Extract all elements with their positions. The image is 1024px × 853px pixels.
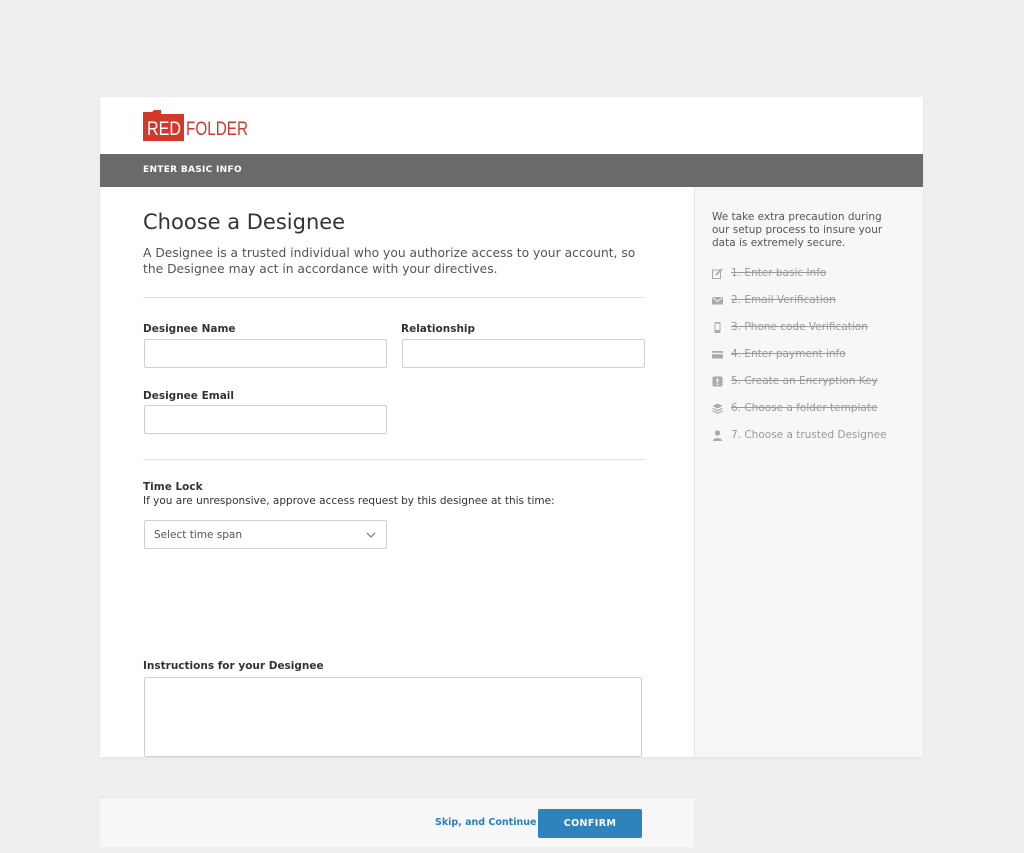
- designee-email-input[interactable]: [144, 405, 387, 434]
- page-title: Choose a Designee: [143, 210, 346, 234]
- form-footer: Skip, and Continue CONFIRM: [100, 797, 694, 847]
- designee-email-label: Designee Email: [143, 390, 234, 402]
- setup-step-label: 3. Phone code Verification: [731, 321, 868, 333]
- section-bar-label: ENTER BASIC INFO: [143, 165, 242, 175]
- setup-step-label: 4. Enter payment info: [731, 348, 846, 360]
- svg-text:RED: RED: [147, 119, 181, 140]
- setup-step: 7. Choose a trusted Designee: [712, 429, 887, 456]
- designee-name-input[interactable]: [144, 339, 387, 368]
- setup-step-label: 7. Choose a trusted Designee: [731, 429, 887, 441]
- setup-step: 2. Email Verification: [712, 294, 887, 321]
- user-icon: [713, 430, 722, 441]
- designee-name-label: Designee Name: [143, 323, 236, 335]
- phone-icon: [714, 322, 721, 333]
- setup-card: RED FOLDER ENTER BASIC INFO Choose a Des…: [100, 97, 923, 847]
- setup-step: 1. Enter basic Info: [712, 267, 887, 294]
- relationship-input[interactable]: [402, 339, 645, 368]
- setup-step-label: 5. Create an Encryption Key: [731, 375, 878, 387]
- security-note: We take extra precaution during our setu…: [712, 211, 883, 249]
- chevron-down-icon: [366, 532, 376, 538]
- confirm-button[interactable]: CONFIRM: [538, 809, 642, 838]
- setup-step-label: 2. Email Verification: [731, 294, 836, 306]
- edit-icon: [712, 268, 723, 279]
- section-bar: ENTER BASIC INFO: [100, 154, 923, 187]
- designee-form: Choose a Designee A Designee is a truste…: [100, 187, 694, 847]
- page-description: A Designee is a trusted individual who y…: [143, 246, 636, 276]
- setup-step: 6. Choose a folder template: [712, 402, 887, 429]
- layers-icon: [712, 403, 723, 414]
- relationship-label: Relationship: [401, 323, 476, 335]
- instructions-textarea[interactable]: [144, 677, 642, 757]
- red-folder-logo: RED FOLDER: [143, 110, 248, 141]
- time-span-select-value: Select time span: [154, 529, 243, 541]
- time-lock-label: Time Lock: [143, 481, 203, 493]
- time-lock-hint: If you are unresponsive, approve access …: [143, 495, 555, 507]
- setup-step-label: 1. Enter basic Info: [731, 267, 827, 279]
- setup-step-label: 6. Choose a folder template: [731, 402, 878, 414]
- setup-steps: 1. Enter basic Info 2. Email Verificatio…: [712, 267, 887, 456]
- divider: [143, 459, 645, 460]
- setup-progress-sidebar: We take extra precaution during our setu…: [694, 187, 923, 757]
- svg-text:FOLDER: FOLDER: [186, 119, 248, 140]
- setup-step: 3. Phone code Verification: [712, 321, 887, 348]
- setup-step: 5. Create an Encryption Key: [712, 375, 887, 402]
- setup-step: 4. Enter payment info: [712, 348, 887, 375]
- time-span-select[interactable]: Select time span: [144, 520, 387, 549]
- envelope-icon: [712, 297, 723, 305]
- credit-card-icon: [712, 351, 723, 359]
- divider: [143, 297, 645, 298]
- key-icon: [712, 376, 723, 387]
- card-header: RED FOLDER: [100, 97, 923, 154]
- instructions-label: Instructions for your Designee: [143, 660, 324, 672]
- skip-link[interactable]: Skip, and Continue: [435, 817, 536, 828]
